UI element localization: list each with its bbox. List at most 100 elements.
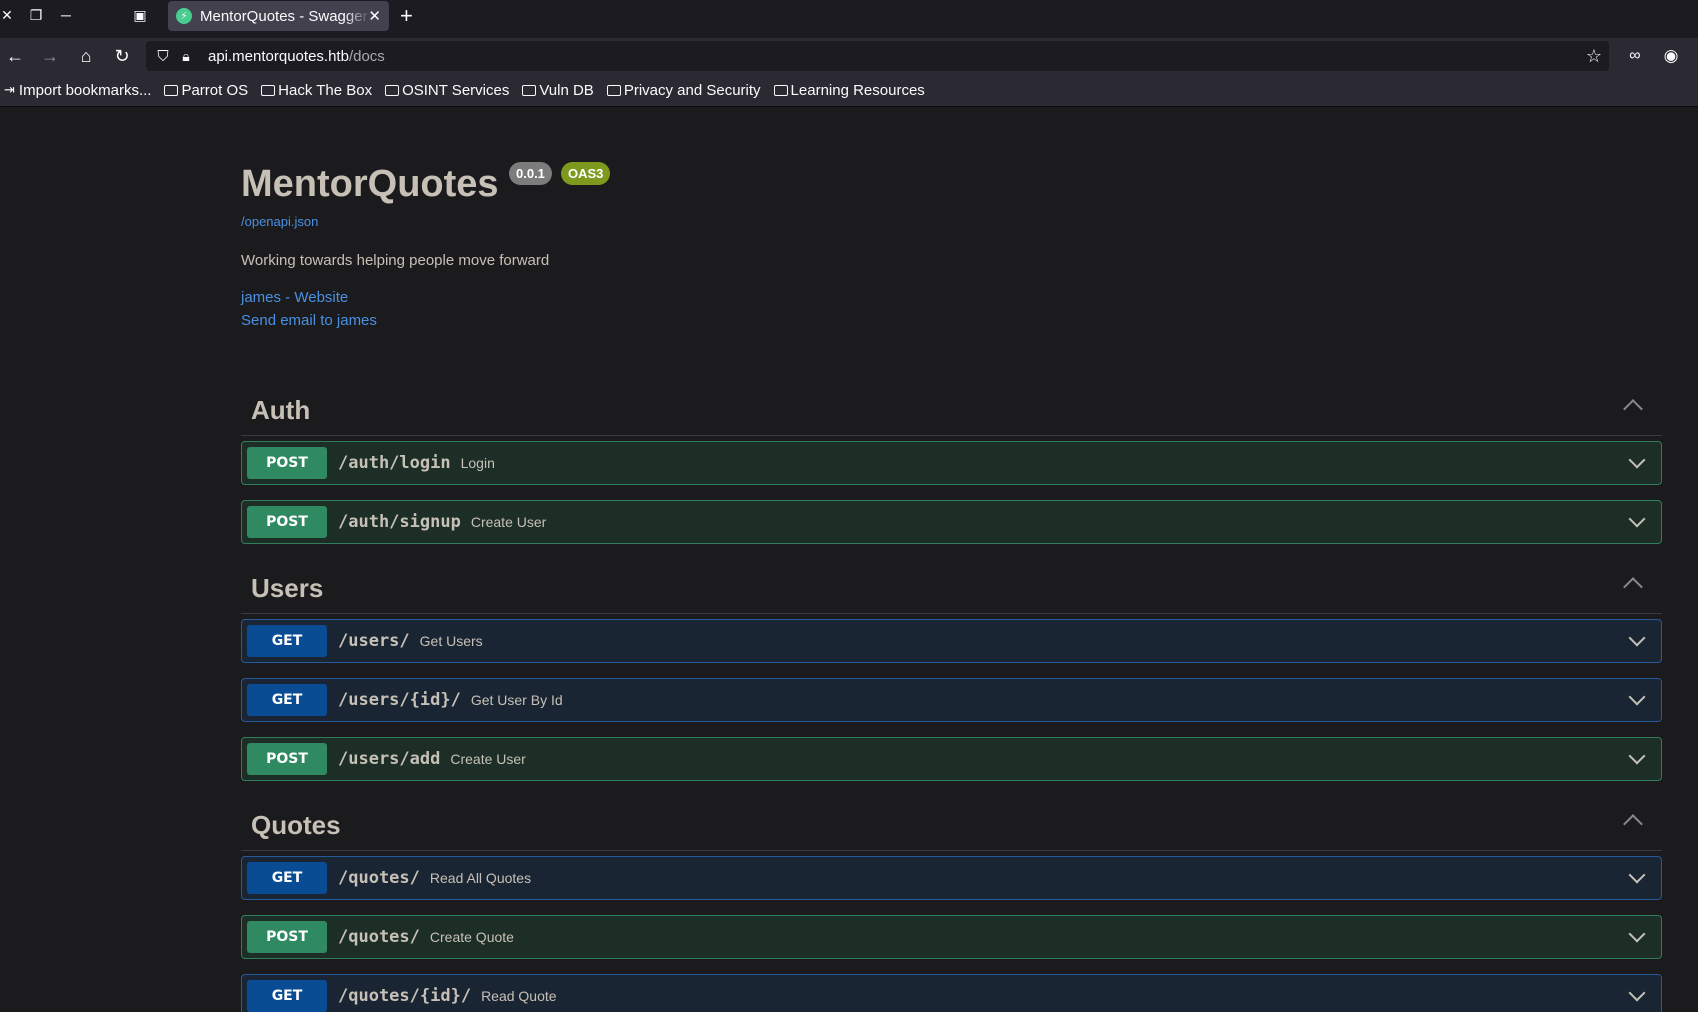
method-badge: POST (247, 447, 327, 479)
tag-name: Users (251, 573, 324, 603)
operation-path: /users/add Create User (338, 749, 526, 769)
bookmarks-toolbar: ⇥ Import bookmarks... Parrot OS Hack The… (0, 74, 1698, 107)
operation-summary: Create Quote (429, 929, 514, 945)
bookmark-folder-privacy-security[interactable]: Privacy and Security (606, 81, 761, 99)
tab-overview-icon[interactable]: ▣ (129, 4, 151, 26)
tag-section-users[interactable]: Users (241, 562, 1662, 614)
chevron-down-icon[interactable] (1628, 984, 1646, 1002)
lock-icon[interactable]: 🔒︎ (175, 45, 197, 67)
url-path: /docs (348, 48, 385, 65)
operation-get-users[interactable]: GET /users/Get Users (241, 619, 1662, 663)
account-icon[interactable]: ◉ (1660, 45, 1682, 67)
api-title: MentorQuotes (241, 163, 499, 205)
minimize-window-icon[interactable]: ─ (55, 4, 77, 26)
url-bar[interactable]: ⛉ 🔒︎ api.mentorquotes.htb/docs ☆ (146, 41, 1609, 71)
tab-title: MentorQuotes - Swagger UI (200, 7, 370, 25)
operation-path: /users/Get Users (338, 631, 483, 651)
reload-icon[interactable]: ↻ (111, 45, 133, 67)
bookmark-folder-parrot-os[interactable]: Parrot OS (164, 82, 248, 99)
url-text: api.mentorquotes.htb/docs (208, 48, 385, 65)
bookmark-label: Hack The Box (278, 81, 373, 99)
chevron-up-icon[interactable] (1623, 399, 1643, 419)
bookmark-folder-learning-resources[interactable]: Learning Resources (773, 81, 925, 99)
folder-icon (164, 84, 179, 96)
operation-path: /quotes/Create Quote (338, 927, 514, 947)
folder-icon (606, 84, 621, 96)
bookmark-label: Privacy and Security (623, 81, 761, 99)
bookmark-label: OSINT Services (402, 81, 510, 99)
bookmark-star-icon[interactable]: ☆ (1583, 45, 1605, 67)
shield-icon[interactable]: ⛉ (152, 45, 174, 67)
chevron-down-icon[interactable] (1628, 747, 1646, 765)
tab-bar: ✕ ❐ ─ ▣ ⚡ MentorQuotes - Swagger UI ✕ + (0, 0, 1698, 38)
url-host: api.mentorquotes.htb (208, 48, 349, 65)
method-badge: GET (247, 980, 327, 1012)
chevron-down-icon[interactable] (1628, 629, 1646, 647)
nav-bar: ← → ⌂ ↻ ⛉ 🔒︎ api.mentorquotes.htb/docs ☆… (0, 38, 1698, 74)
path-text: /quotes/ (338, 868, 420, 888)
operation-post-users-add[interactable]: POST /users/add Create User (241, 737, 1662, 781)
operation-summary: Login (460, 455, 495, 471)
path-text: /auth/signup (338, 512, 461, 532)
operation-post-auth-login[interactable]: POST /auth/login Login (241, 441, 1662, 485)
folder-icon (522, 84, 537, 96)
path-text: /users/{id}/ (338, 690, 461, 710)
bookmark-label: Learning Resources (790, 81, 925, 99)
operation-get-quotes[interactable]: GET /quotes/Read All Quotes (241, 856, 1662, 900)
operation-get-user-by-id[interactable]: GET /users/{id}/ Get User By Id (241, 678, 1662, 722)
method-badge: GET (247, 625, 327, 657)
folder-icon (773, 84, 788, 96)
chevron-down-icon[interactable] (1628, 688, 1646, 706)
operation-path: /users/{id}/ Get User By Id (338, 690, 563, 710)
bookmark-label: Import bookmarks... (18, 81, 152, 99)
operation-summary: Read Quote (481, 988, 557, 1004)
close-window-icon[interactable]: ✕ (0, 4, 18, 26)
openapi-json-link[interactable]: /openapi.json (241, 214, 318, 229)
api-description: Working towards helping people move forw… (241, 252, 550, 269)
path-text: /quotes/{id}/ (338, 986, 472, 1006)
chevron-down-icon[interactable] (1628, 451, 1646, 469)
operation-post-auth-signup[interactable]: POST /auth/signup Create User (241, 500, 1662, 544)
tag-section-quotes[interactable]: Quotes (241, 799, 1662, 851)
browser-chrome: ✕ ❐ ─ ▣ ⚡ MentorQuotes - Swagger UI ✕ + … (0, 0, 1698, 107)
method-badge: POST (247, 506, 327, 538)
version-badge: 0.0.1 (509, 162, 552, 185)
new-tab-icon[interactable]: + (400, 3, 413, 29)
restore-window-icon[interactable]: ❐ (25, 4, 47, 26)
method-badge: POST (247, 743, 327, 775)
chevron-up-icon[interactable] (1623, 814, 1643, 834)
operation-get-quote-by-id[interactable]: GET /quotes/{id}/ Read Quote (241, 974, 1662, 1012)
operation-summary: Get User By Id (470, 692, 563, 708)
path-text: /auth/login (338, 453, 451, 473)
operation-post-quotes[interactable]: POST /quotes/Create Quote (241, 915, 1662, 959)
path-text: /quotes/ (338, 927, 420, 947)
tab-active[interactable]: ⚡ MentorQuotes - Swagger UI ✕ (168, 1, 389, 31)
operation-summary: Read All Quotes (429, 870, 532, 886)
home-icon[interactable]: ⌂ (75, 45, 97, 67)
import-icon: ⇥ (4, 82, 15, 97)
tag-name: Auth (251, 395, 311, 425)
operation-summary: Create User (450, 751, 526, 767)
bookmark-label: Parrot OS (181, 81, 249, 99)
contact-email-link[interactable]: Send email to james (241, 312, 377, 329)
back-icon[interactable]: ← (4, 45, 26, 67)
chevron-down-icon[interactable] (1628, 510, 1646, 528)
chevron-down-icon[interactable] (1628, 925, 1646, 943)
chevron-up-icon[interactable] (1623, 577, 1643, 597)
bookmark-folder-hack-the-box[interactable]: Hack The Box (261, 82, 372, 99)
bookmark-label: Vuln DB (539, 81, 594, 99)
private-mask-icon[interactable]: ∞ (1624, 45, 1646, 67)
bookmark-folder-osint-services[interactable]: OSINT Services (385, 82, 509, 99)
forward-icon[interactable]: → (39, 45, 61, 67)
operation-summary: Create User (470, 514, 547, 530)
chevron-down-icon[interactable] (1628, 866, 1646, 884)
path-text: /users/ (338, 631, 410, 651)
bookmark-import[interactable]: ⇥ Import bookmarks... (4, 82, 151, 99)
operation-path: /auth/signup Create User (338, 512, 546, 532)
tab-close-icon[interactable]: ✕ (368, 7, 381, 25)
tag-section-auth[interactable]: Auth (241, 384, 1662, 436)
folder-icon (385, 84, 400, 96)
bookmark-folder-vuln-db[interactable]: Vuln DB (522, 81, 594, 99)
contact-website-link[interactable]: james - Website (241, 289, 348, 306)
method-badge: POST (247, 921, 327, 953)
